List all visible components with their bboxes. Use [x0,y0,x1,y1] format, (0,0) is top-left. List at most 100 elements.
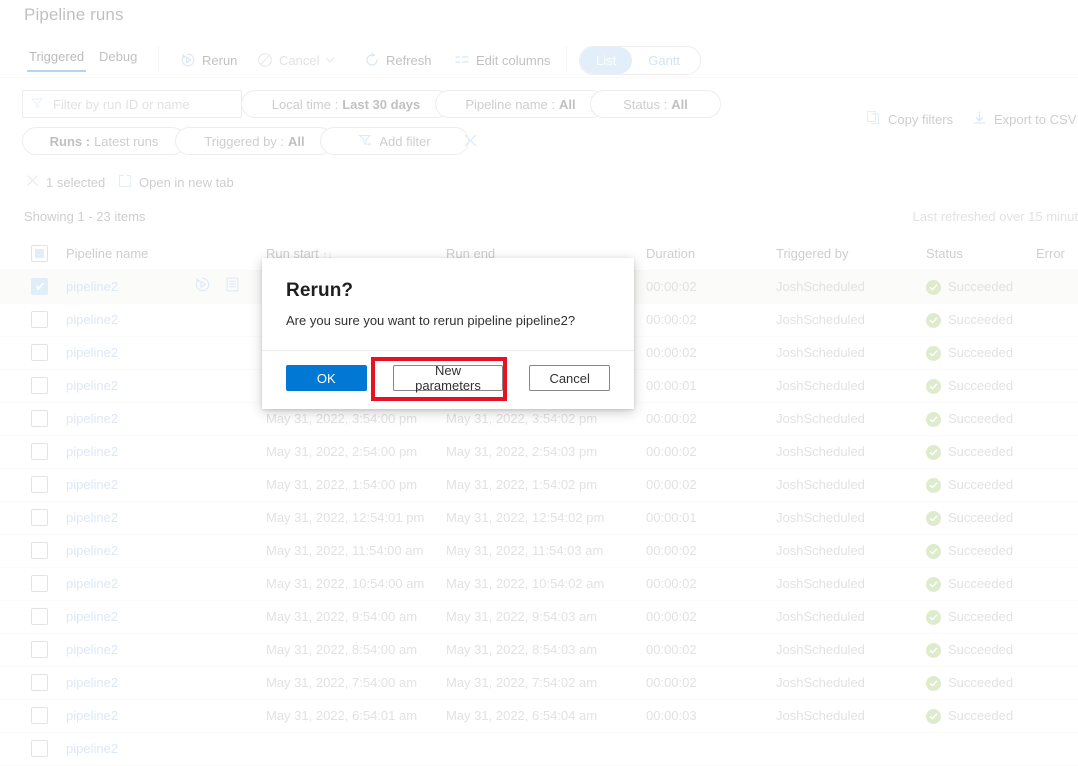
search-input[interactable] [51,96,233,113]
row-checkbox[interactable] [31,377,48,394]
cell-duration: 00:00:01 [646,502,756,534]
cancel-button[interactable]: Cancel [257,48,335,72]
row-checkbox[interactable] [31,311,48,328]
cell-run-end: May 31, 2022, 6:54:04 am [446,700,616,732]
rerun-confirm-dialog: Rerun? Are you sure you want to rerun pi… [262,258,634,409]
row-rerun-icon[interactable] [194,276,211,293]
clear-filters-button[interactable] [459,129,481,151]
row-checkbox[interactable] [31,707,48,724]
table-row[interactable]: pipeline2May 31, 2022, 12:54:01 pmMay 31… [0,502,1078,535]
cell-duration: 00:00:01 [646,370,756,402]
copy-icon [866,110,881,128]
row-checkbox[interactable] [31,575,48,592]
cell-run-end: May 31, 2022, 12:54:02 pm [446,502,616,534]
table-row[interactable]: pipeline2May 31, 2022, 10:54:00 amMay 31… [0,568,1078,601]
column-header-pipeline-name[interactable]: Pipeline name [66,238,256,270]
cell-pipeline-name[interactable]: pipeline2 [66,700,256,732]
row-checkbox[interactable] [31,542,48,559]
tab-debug[interactable]: Debug [97,47,139,70]
cell-pipeline-name[interactable]: pipeline2 [66,304,256,336]
export-csv-button[interactable]: Export to CSV [972,108,1076,130]
table-row[interactable]: pipeline2May 31, 2022, 2:54:00 pmMay 31,… [0,436,1078,469]
cell-pipeline-name[interactable]: pipeline2 [66,403,256,435]
cell-pipeline-name[interactable]: pipeline2 [66,535,256,567]
success-icon [926,379,941,394]
cell-status: Succeeded [926,370,1036,402]
cell-status: Succeeded [926,436,1036,468]
command-bar-divider [0,77,1078,78]
view-toggle-gantt[interactable]: Gantt [632,47,696,74]
close-icon [463,133,478,148]
column-header-duration[interactable]: Duration [646,238,756,270]
cancel-dialog-button[interactable]: Cancel [529,365,610,391]
status-label: Succeeded [948,700,1013,732]
ok-button[interactable]: OK [286,365,367,391]
filter-pill-triggered-by[interactable]: Triggered by : All [175,127,334,155]
view-toggle-list[interactable]: List [580,47,632,74]
tab-triggered[interactable]: Triggered [27,47,86,72]
table-row[interactable]: pipeline2May 31, 2022, 8:54:00 amMay 31,… [0,634,1078,667]
last-refreshed-label: Last refreshed over 15 minut [913,209,1078,224]
download-icon [972,110,987,128]
copy-filters-button[interactable]: Copy filters [866,108,953,130]
row-checkbox[interactable] [31,608,48,625]
rerun-button[interactable]: Rerun [180,48,237,72]
filter-pill-triggered-by-label: Triggered by : [204,134,284,149]
cell-pipeline-name[interactable]: pipeline2 [66,469,256,501]
row-checkbox[interactable] [31,443,48,460]
open-in-new-tab-button[interactable]: Open in new tab [118,174,234,191]
cell-status: Succeeded [926,502,1036,534]
refresh-button[interactable]: Refresh [364,48,432,72]
filter-pill-local-time[interactable]: Local time : Last 30 days [241,90,451,118]
cell-pipeline-name[interactable]: pipeline2 [66,568,256,600]
cell-pipeline-name[interactable]: pipeline2 [66,634,256,666]
cell-pipeline-name[interactable]: pipeline2 [66,733,256,765]
view-toggle[interactable]: List Gantt [579,46,701,75]
cell-status: Succeeded [926,535,1036,567]
cell-pipeline-name[interactable]: pipeline2 [66,502,256,534]
table-row[interactable]: pipeline2May 31, 2022, 6:54:01 amMay 31,… [0,700,1078,733]
row-consumption-icon[interactable] [225,277,240,292]
row-checkbox[interactable] [31,476,48,493]
status-label: Succeeded [948,271,1013,303]
search-input-wrapper[interactable] [22,90,242,118]
new-parameters-button[interactable]: New parameters [393,365,504,391]
cell-run-end: May 31, 2022, 2:54:03 pm [446,436,616,468]
table-row[interactable]: pipeline2May 31, 2022, 11:54:00 amMay 31… [0,535,1078,568]
cell-pipeline-name[interactable]: pipeline2 [66,601,256,633]
filter-pill-pipeline-name[interactable]: Pipeline name : All [435,90,606,118]
success-icon [926,709,941,724]
cell-pipeline-name[interactable]: pipeline2 [66,436,256,468]
table-row[interactable]: pipeline2May 31, 2022, 7:54:00 amMay 31,… [0,667,1078,700]
row-checkbox[interactable] [31,674,48,691]
cell-status: Succeeded [926,601,1036,633]
filter-pill-status[interactable]: Status : All [590,90,721,118]
row-checkbox[interactable] [31,740,48,757]
cancel-icon [257,52,273,68]
column-header-triggered-by[interactable]: Triggered by [776,238,916,270]
select-all-checkbox[interactable] [31,245,48,262]
row-checkbox[interactable] [31,509,48,526]
chevron-down-icon[interactable] [325,55,335,65]
row-checkbox[interactable] [31,344,48,361]
table-row[interactable]: pipeline2May 31, 2022, 9:54:00 amMay 31,… [0,601,1078,634]
cell-run-end: May 31, 2022, 8:54:03 am [446,634,616,666]
edit-columns-button[interactable]: Edit columns [454,48,550,72]
page-title: Pipeline runs [24,5,124,25]
cell-status: Succeeded [926,304,1036,336]
edit-columns-label: Edit columns [476,53,550,68]
row-checkbox[interactable] [31,410,48,427]
column-header-status[interactable]: Status [926,238,1036,270]
add-filter-button[interactable]: Add filter [320,127,469,155]
clear-selection-button[interactable]: 1 selected [26,174,105,190]
table-row[interactable]: pipeline2May 31, 2022, 1:54:00 pmMay 31,… [0,469,1078,502]
row-checkbox[interactable]: ✔ [31,278,48,295]
cell-pipeline-name[interactable]: pipeline2 [66,667,256,699]
table-row[interactable]: pipeline2 [0,733,1078,766]
cell-pipeline-name[interactable]: pipeline2 [66,337,256,369]
column-header-error[interactable]: Error [1036,238,1078,270]
filter-pill-runs[interactable]: Runs : Latest runs [22,127,186,155]
row-checkbox[interactable] [31,641,48,658]
cell-pipeline-name[interactable]: pipeline2 [66,370,256,402]
filter-pill-local-time-label: Local time : [272,97,338,112]
